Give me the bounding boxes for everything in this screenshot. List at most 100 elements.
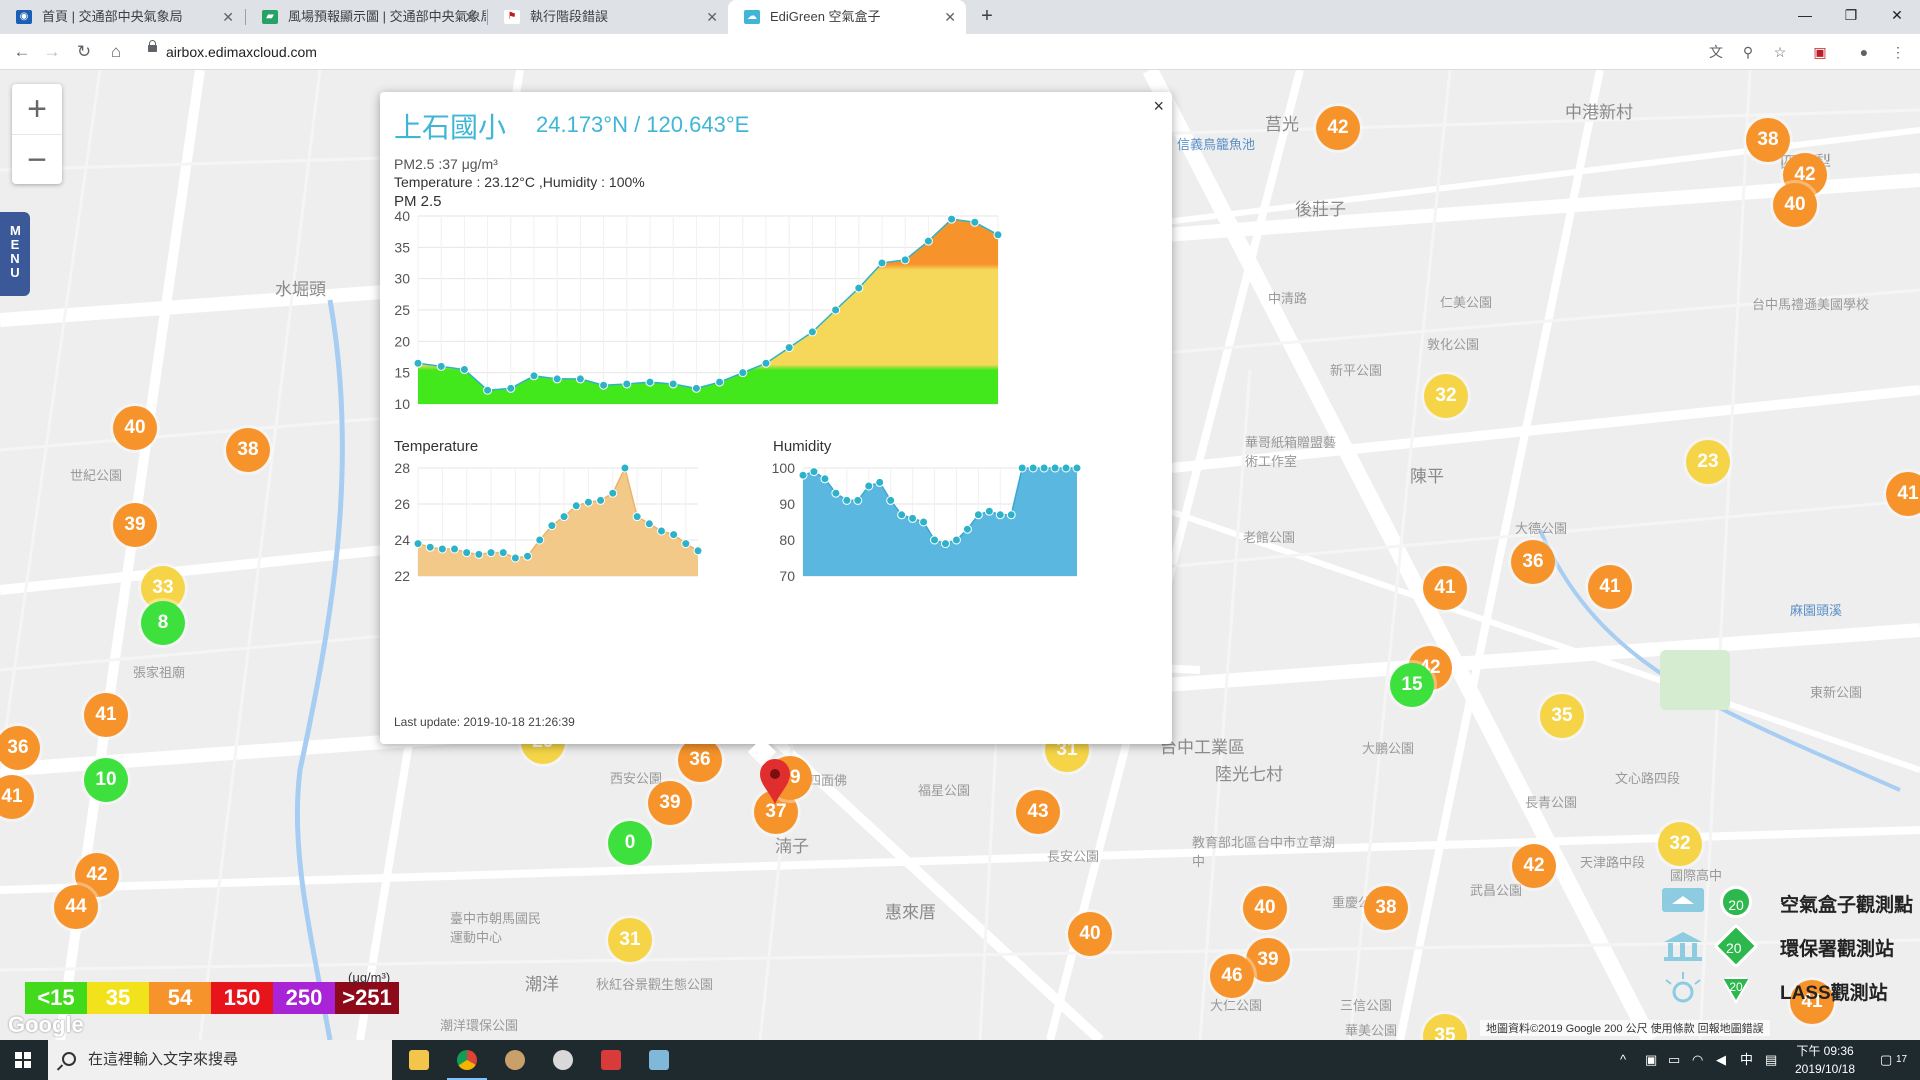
app-icon bbox=[553, 1050, 573, 1070]
bookmark-star-icon[interactable]: ☆ bbox=[1766, 38, 1794, 66]
ime-mode-icon[interactable]: ▤ bbox=[1765, 1040, 1777, 1080]
aq-marker[interactable]: 42 bbox=[1316, 106, 1360, 150]
reload-icon[interactable]: ↻ bbox=[70, 38, 98, 66]
aq-marker[interactable]: 10 bbox=[84, 758, 128, 802]
map-attribution[interactable]: 地圖資料©2019 Google 200 公尺 使用條款 回報地圖錯誤 bbox=[1480, 1020, 1770, 1036]
taskbar-clock[interactable]: 下午 09:36 2019/10/18 bbox=[1785, 1042, 1865, 1078]
x-tick-label: 21 bbox=[410, 411, 426, 412]
map-label: 武昌公園 bbox=[1470, 883, 1523, 898]
restore-button[interactable]: ❐ bbox=[1828, 0, 1874, 34]
aq-marker[interactable]: 41 bbox=[1588, 565, 1632, 609]
data-point bbox=[1061, 463, 1071, 473]
map-label: 東新公園 bbox=[1810, 685, 1863, 700]
aq-marker[interactable]: 40 bbox=[1773, 183, 1817, 227]
close-icon[interactable]: × bbox=[1153, 96, 1164, 117]
tab-runtime-error[interactable]: ⚑ 執行階段錯誤 ✕ bbox=[488, 0, 728, 34]
aq-marker[interactable]: 0 bbox=[608, 821, 652, 865]
url-text: airbox.edimaxcloud.com bbox=[166, 44, 317, 60]
app-icon bbox=[505, 1050, 525, 1070]
extension-icon[interactable]: ▣ bbox=[1806, 38, 1834, 66]
map-label: 張家祖廟 bbox=[133, 665, 186, 680]
data-point bbox=[1072, 463, 1082, 473]
translate-icon[interactable]: 文 bbox=[1702, 38, 1730, 66]
zoom-icon[interactable]: ⚲ bbox=[1734, 38, 1762, 66]
menu-dots-icon[interactable]: ⋮ bbox=[1884, 38, 1912, 66]
zoom-out-button[interactable]: − bbox=[12, 135, 62, 185]
taskbar-search[interactable]: 在這裡輸入文字來搜尋 bbox=[48, 1040, 392, 1080]
close-tab-icon[interactable]: ✕ bbox=[944, 0, 956, 34]
aq-marker[interactable]: 40 bbox=[1068, 912, 1112, 956]
data-point bbox=[820, 474, 830, 484]
tray-app-icon[interactable]: ▣ bbox=[1645, 1040, 1657, 1080]
aq-marker[interactable]: 31 bbox=[608, 918, 652, 962]
aq-marker[interactable]: 15 bbox=[1390, 663, 1434, 707]
zoom-in-button[interactable]: + bbox=[12, 84, 62, 135]
notification-icon[interactable]: ▢ bbox=[1880, 1040, 1892, 1080]
app-6[interactable] bbox=[635, 1040, 683, 1080]
windows-icon bbox=[15, 1052, 31, 1068]
aq-marker[interactable]: 36 bbox=[1511, 540, 1555, 584]
aq-marker[interactable]: 46 bbox=[1210, 954, 1254, 998]
aq-marker[interactable]: 38 bbox=[1364, 886, 1408, 930]
data-point bbox=[886, 495, 896, 505]
aq-marker[interactable]: 36 bbox=[678, 738, 722, 782]
aq-marker[interactable]: 41 bbox=[84, 693, 128, 737]
aq-marker[interactable]: 40 bbox=[1243, 886, 1287, 930]
series-area bbox=[803, 468, 1077, 576]
start-button[interactable] bbox=[0, 1040, 48, 1080]
legend-badge-text: 20 bbox=[1729, 980, 1743, 994]
aq-marker[interactable]: 39 bbox=[113, 503, 157, 547]
data-point bbox=[486, 548, 496, 558]
map-canvas[interactable]: 水堀頭 後莊子 中港新村 四張犁 陳平 陸光七村 惠來厝 湳子 潮洋 莒光 台中… bbox=[0, 70, 1920, 1040]
data-point bbox=[498, 548, 508, 558]
app-3[interactable] bbox=[491, 1040, 539, 1080]
close-window-button[interactable]: ✕ bbox=[1874, 0, 1920, 34]
tray-chevron-icon[interactable]: ^ bbox=[1620, 1040, 1626, 1080]
app-5[interactable] bbox=[587, 1040, 635, 1080]
data-point bbox=[864, 481, 874, 491]
aq-marker[interactable]: 8 bbox=[141, 601, 185, 645]
new-tab-button[interactable]: + bbox=[975, 0, 999, 34]
app-4[interactable] bbox=[539, 1040, 587, 1080]
legend-label: 空氣盒子觀測點 bbox=[1780, 895, 1914, 916]
wifi-icon[interactable]: ◠ bbox=[1692, 1040, 1703, 1080]
ime-indicator[interactable]: 中 bbox=[1740, 1040, 1753, 1080]
location-pin-icon[interactable] bbox=[758, 758, 792, 806]
tab-cwb-home[interactable]: ◉ 首頁 | 交通部中央氣象局 ✕ bbox=[0, 0, 244, 34]
aq-marker[interactable]: 44 bbox=[54, 885, 98, 929]
battery-icon[interactable]: ▭ bbox=[1668, 1040, 1680, 1080]
close-tab-icon[interactable]: ✕ bbox=[706, 0, 718, 34]
aq-marker[interactable]: 38 bbox=[226, 428, 270, 472]
tab-wind-forecast[interactable]: ▰ 風場預報顯示圖 | 交通部中央氣象局 ✕ bbox=[246, 0, 486, 34]
back-icon[interactable]: ← bbox=[8, 38, 36, 66]
chrome-app[interactable] bbox=[443, 1040, 491, 1080]
map-label: 仁美公園 bbox=[1440, 295, 1493, 310]
menu-tab[interactable]: MENU bbox=[0, 212, 30, 296]
forward-icon[interactable]: → bbox=[38, 38, 66, 66]
profile-icon[interactable]: ● bbox=[1850, 38, 1878, 66]
tab-edigreen[interactable]: ☁ EdiGreen 空氣盒子 ✕ bbox=[728, 0, 966, 34]
aq-marker[interactable]: 41 bbox=[1423, 566, 1467, 610]
lass-sun-icon bbox=[1665, 972, 1701, 1003]
data-point bbox=[1028, 463, 1038, 473]
map-label: 文心路四段 bbox=[1615, 771, 1681, 786]
close-tab-icon[interactable]: ✕ bbox=[464, 0, 476, 34]
aq-marker[interactable]: 39 bbox=[648, 781, 692, 825]
volume-icon[interactable]: ◀ bbox=[1716, 1040, 1726, 1080]
file-explorer-app[interactable] bbox=[395, 1040, 443, 1080]
x-tick-label: 21 bbox=[990, 411, 1006, 412]
home-icon[interactable]: ⌂ bbox=[102, 38, 130, 66]
y-tick-label: 90 bbox=[779, 496, 795, 512]
data-point bbox=[784, 343, 794, 353]
aq-marker[interactable]: 42 bbox=[1512, 844, 1556, 888]
aq-marker[interactable]: 43 bbox=[1016, 790, 1060, 834]
aq-marker[interactable]: 38 bbox=[1746, 118, 1790, 162]
close-tab-icon[interactable]: ✕ bbox=[222, 0, 234, 34]
aq-marker[interactable]: 23 bbox=[1686, 440, 1730, 484]
aq-marker[interactable]: 32 bbox=[1658, 822, 1702, 866]
aq-marker[interactable]: 35 bbox=[1540, 694, 1584, 738]
aq-marker[interactable]: 32 bbox=[1424, 374, 1468, 418]
address-bar[interactable]: airbox.edimaxcloud.com bbox=[142, 38, 1842, 66]
minimize-button[interactable]: — bbox=[1782, 0, 1828, 34]
aq-marker[interactable]: 40 bbox=[113, 406, 157, 450]
